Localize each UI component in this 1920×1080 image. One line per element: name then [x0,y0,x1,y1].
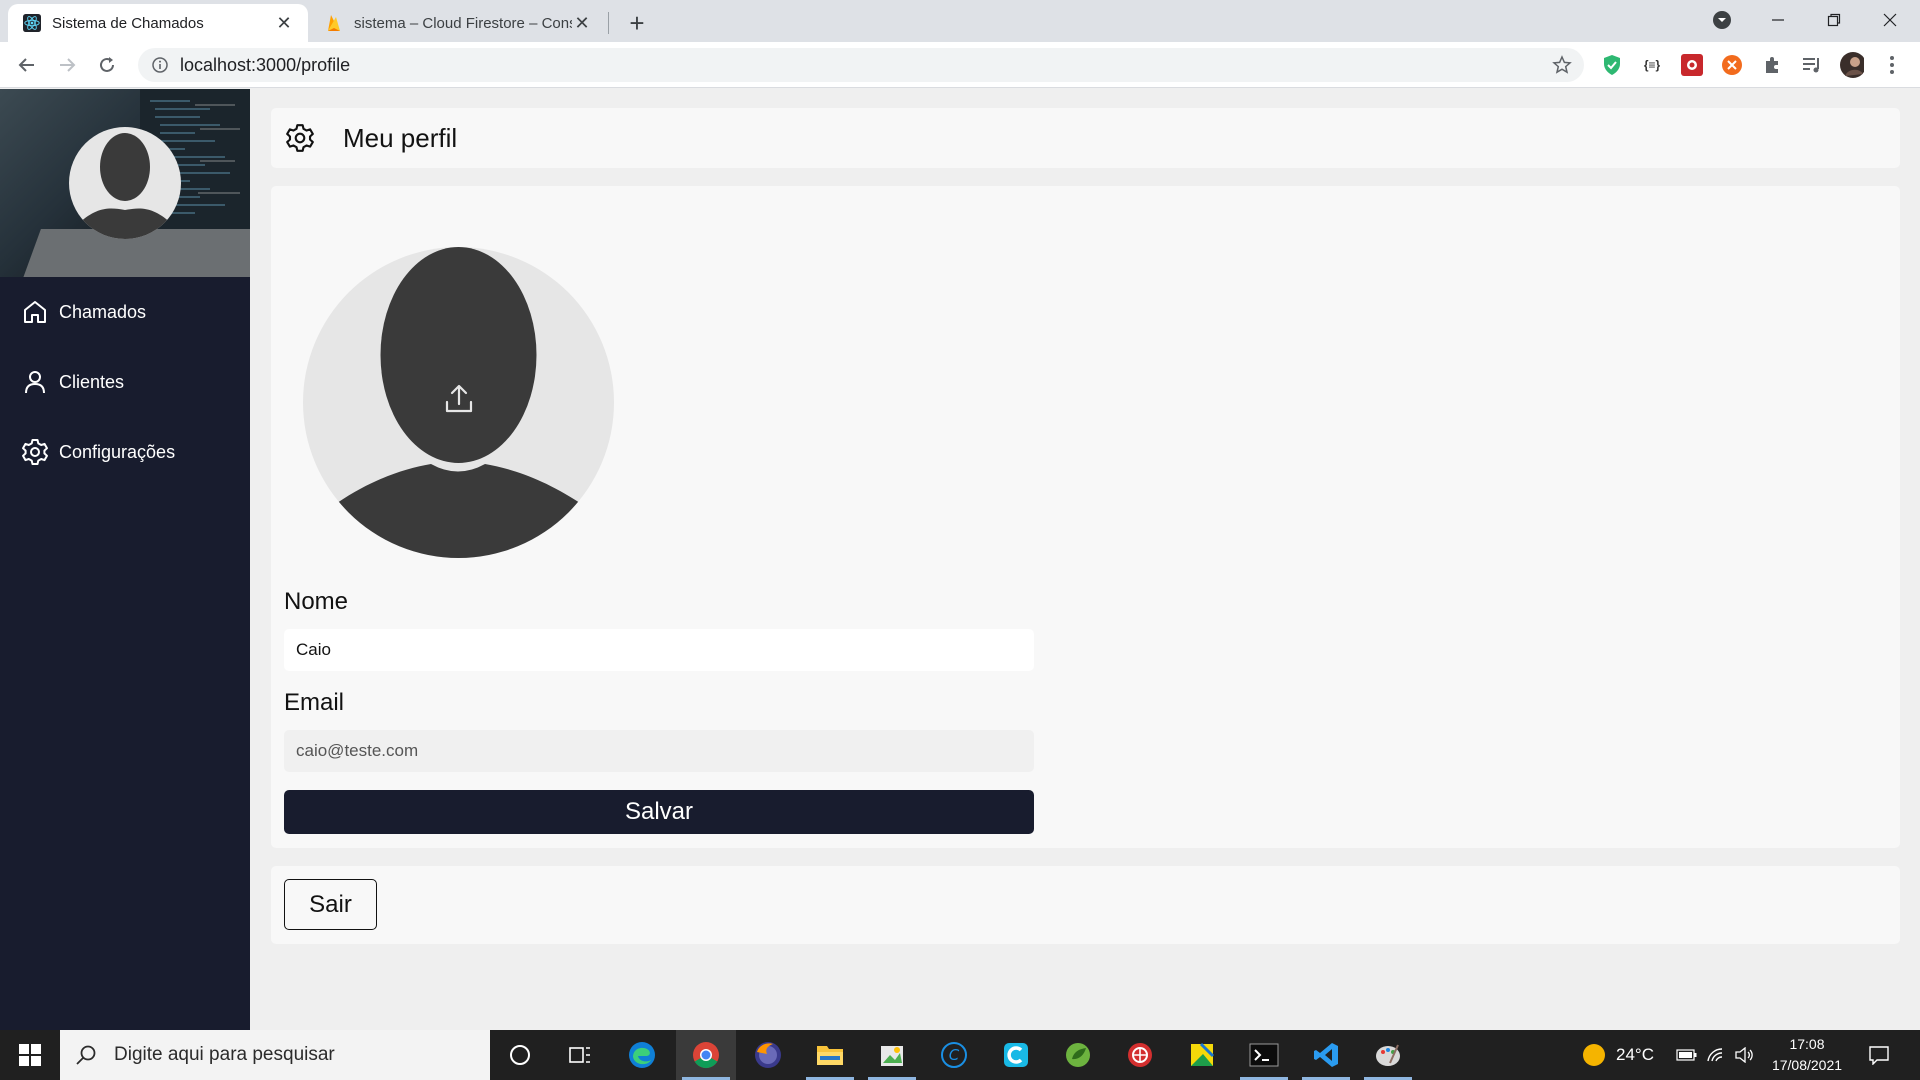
task-view-icon[interactable] [550,1030,610,1080]
temperature: 24°C [1616,1045,1654,1064]
email-input [284,730,1034,772]
sidebar-item-clientes[interactable]: Clientes [0,357,250,407]
firefox-icon[interactable] [738,1030,798,1080]
wifi-icon[interactable] [1706,1030,1726,1080]
profile-avatar-icon[interactable] [1840,52,1864,78]
page-title: Meu perfil [343,122,458,153]
email-label: Email [284,689,345,716]
restore-icon[interactable] [1806,0,1862,40]
windows-start-icon[interactable] [0,1030,60,1080]
home-icon [20,297,50,327]
chrome-icon[interactable] [676,1030,736,1080]
sidebar: Chamados Clientes Configurações [0,89,250,1030]
cortana-icon[interactable] [490,1030,550,1080]
user-icon [20,367,50,397]
tab-search-icon[interactable] [1694,0,1750,40]
ccleaner-icon[interactable]: C [924,1030,984,1080]
search-placeholder: Digite aqui para pesquisar [114,1044,335,1065]
spring-tools-icon[interactable] [1048,1030,1108,1080]
close-tab-icon[interactable]: ✕ [572,13,592,33]
red-extension-icon[interactable] [1680,53,1704,77]
sidebar-item-label: Chamados [59,301,147,322]
sidebar-item-label: Clientes [59,371,125,392]
file-explorer-icon[interactable] [800,1030,860,1080]
paint-icon[interactable] [862,1030,922,1080]
cyan-app-icon[interactable] [986,1030,1046,1080]
taskbar-search[interactable]: Digite aqui para pesquisar [60,1030,490,1080]
sun-icon [1583,1044,1605,1066]
name-label: Nome [284,588,349,615]
sidebar-item-label: Configurações [59,441,176,462]
bookmark-star-icon[interactable] [1552,55,1572,75]
puzzle-extensions-icon[interactable] [1760,53,1784,77]
kotlin-app-icon[interactable] [1172,1030,1232,1080]
json-extension-icon[interactable]: {≡} [1640,53,1664,77]
terminal-icon[interactable] [1234,1030,1294,1080]
minimize-icon[interactable] [1750,0,1806,40]
battery-icon[interactable] [1676,1030,1698,1080]
sidebar-item-configuracoes[interactable]: Configurações [0,427,250,477]
sidebar-item-chamados[interactable]: Chamados [0,287,250,337]
upload-icon[interactable] [442,382,476,416]
tab-title: sistema – Cloud Firestore – Consc [354,14,572,32]
name-input[interactable] [284,629,1034,671]
paint-palette-icon[interactable] [1358,1030,1418,1080]
windows-taskbar: Digite aqui para pesquisar C 24°C 17:08 … [0,1030,1920,1080]
edge-icon[interactable] [612,1030,672,1080]
shield-extension-icon[interactable] [1600,53,1624,77]
svg-text:C: C [949,1046,960,1064]
page-header: Meu perfil [271,108,1900,168]
taskbar-clock[interactable]: 17:08 17/08/2021 [1762,1034,1852,1076]
react-icon [22,13,42,33]
browser-tab-bar: Sistema de Chamados ✕ sistema – Cloud Fi… [0,0,1920,42]
vscode-icon[interactable] [1296,1030,1356,1080]
volume-icon[interactable] [1734,1030,1754,1080]
tab-cloud-firestore[interactable]: sistema – Cloud Firestore – Consc ✕ [310,4,606,42]
weather-widget[interactable]: 24°C [1582,1030,1654,1080]
tab-title: Sistema de Chamados [52,14,204,32]
address-text: localhost:3000/profile [180,54,351,75]
clock-time: 17:08 [1789,1036,1825,1052]
browser-toolbar: localhost:3000/profile {≡} [0,42,1920,88]
notifications-icon[interactable] [1868,1030,1890,1080]
reload-icon[interactable] [92,50,122,80]
back-icon[interactable] [12,50,42,80]
browser-menu-icon[interactable] [1880,53,1904,77]
sidebar-banner-image [0,89,250,277]
gear-icon [283,121,317,155]
site-info-icon[interactable] [150,55,170,75]
sidebar-avatar [69,127,181,239]
address-bar[interactable]: localhost:3000/profile [138,48,1584,82]
tab-sistema-de-chamados[interactable]: Sistema de Chamados ✕ [8,4,308,42]
media-control-icon[interactable] [1800,53,1824,77]
avatar-upload[interactable] [303,247,614,558]
orange-extension-icon[interactable] [1720,53,1744,77]
forward-icon[interactable] [52,50,82,80]
default-avatar-icon [79,133,171,239]
logout-button[interactable]: Sair [284,879,377,930]
close-tab-icon[interactable]: ✕ [274,13,294,33]
profile-card: Nome Email Salvar [271,186,1900,848]
close-window-icon[interactable] [1862,0,1918,40]
firebase-icon [324,13,344,33]
red-app-icon[interactable] [1110,1030,1170,1080]
logout-card: Sair [271,866,1900,944]
new-tab-button[interactable]: + [622,8,652,38]
gear-icon [20,437,50,467]
clock-date: 17/08/2021 [1771,1057,1843,1073]
tab-separator [608,12,609,34]
save-button[interactable]: Salvar [284,790,1034,834]
search-icon [76,1045,96,1065]
